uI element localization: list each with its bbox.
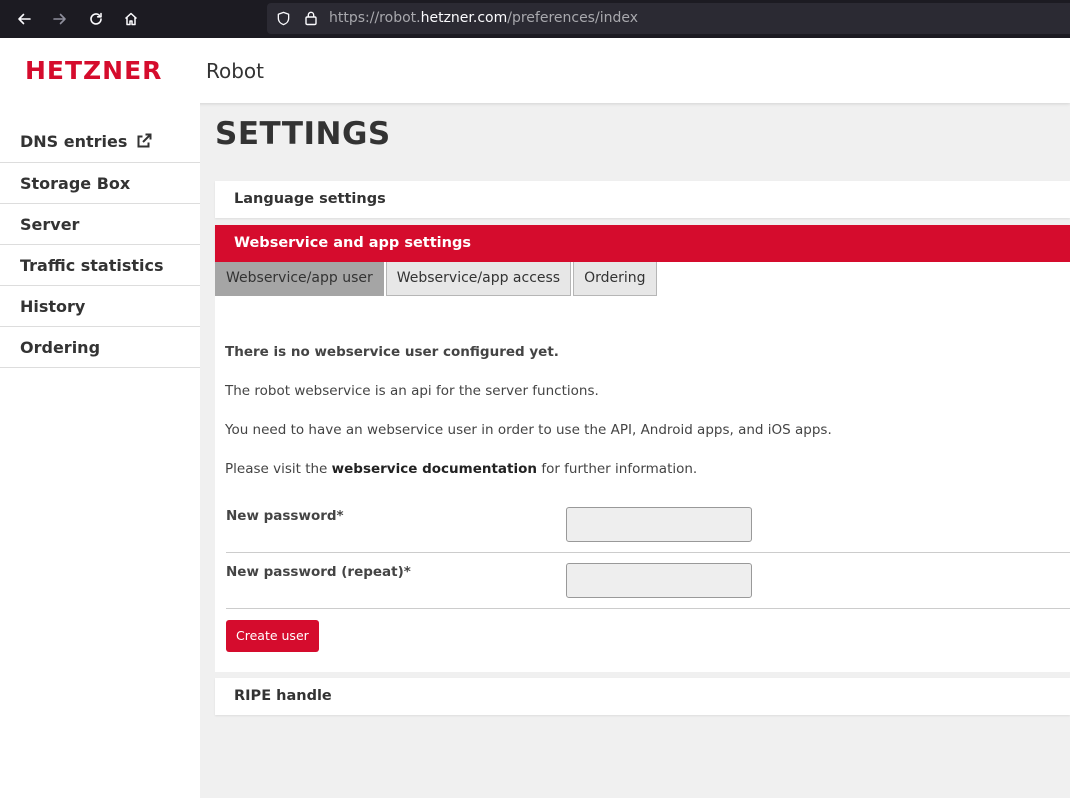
- visit-suffix: for further information.: [541, 461, 698, 477]
- tab-webservice-app-user[interactable]: Webservice/app user: [215, 262, 384, 296]
- sidebar-item-storage-box[interactable]: Storage Box: [0, 163, 200, 204]
- sidebar-item-label: DNS entries: [20, 132, 128, 151]
- sidebar-item-history[interactable]: History: [0, 286, 200, 327]
- tab-ordering[interactable]: Ordering: [573, 262, 657, 296]
- url-domain: hetzner.com: [420, 10, 508, 26]
- visit-docs-text: Please visit the webservice documentatio…: [225, 461, 697, 477]
- reload-button[interactable]: [78, 0, 114, 38]
- sidebar-item-server[interactable]: Server: [0, 204, 200, 245]
- url-prefix: https://robot.: [329, 10, 421, 26]
- create-user-button[interactable]: Create user: [226, 620, 319, 652]
- language-settings-header[interactable]: Language settings: [215, 181, 1070, 218]
- hetzner-logo[interactable]: HETZNER: [25, 58, 162, 83]
- webservice-settings-header[interactable]: Webservice and app settings: [215, 225, 1070, 262]
- sidebar-item-ordering[interactable]: Ordering: [0, 327, 200, 368]
- need-user-text: You need to have an webservice user in o…: [225, 422, 832, 438]
- new-password-input[interactable]: [566, 507, 752, 542]
- address-bar[interactable]: https://robot.hetzner.com/preferences/in…: [267, 3, 1070, 34]
- sidebar-item-dns-entries[interactable]: DNS entries: [0, 103, 200, 163]
- url-path: /preferences/index: [507, 10, 638, 26]
- repeat-password-label: New password (repeat)*: [226, 564, 411, 580]
- lock-icon[interactable]: [304, 10, 318, 26]
- sidebar-item-traffic-statistics[interactable]: Traffic statistics: [0, 245, 200, 286]
- url-text[interactable]: https://robot.hetzner.com/preferences/in…: [329, 10, 638, 26]
- external-link-icon: [137, 133, 152, 148]
- webservice-documentation-link[interactable]: webservice documentation: [332, 461, 537, 477]
- new-password-row: New password*: [226, 497, 1070, 553]
- home-button[interactable]: [113, 0, 149, 38]
- tab-webservice-app-access[interactable]: Webservice/app access: [385, 262, 572, 296]
- repeat-password-row: New password (repeat)*: [226, 553, 1070, 609]
- forward-arrow-icon: [53, 13, 66, 25]
- visit-prefix: Please visit the: [225, 461, 328, 477]
- shield-icon[interactable]: [276, 11, 291, 26]
- ripe-handle-header[interactable]: RIPE handle: [215, 678, 1070, 715]
- api-info-text: The robot webservice is an api for the s…: [225, 383, 599, 399]
- home-icon: [124, 12, 138, 26]
- new-password-label: New password*: [226, 508, 344, 524]
- page-title: SETTINGS: [215, 116, 391, 152]
- back-button[interactable]: [6, 0, 42, 38]
- site-header: HETZNER Robot: [0, 38, 1070, 103]
- browser-toolbar: https://robot.hetzner.com/preferences/in…: [0, 0, 1070, 38]
- webservice-settings-panel: Webservice/app user Webservice/app acces…: [215, 262, 1070, 672]
- tab-bar: Webservice/app user Webservice/app acces…: [215, 262, 659, 296]
- reload-icon: [90, 12, 102, 25]
- sidebar-nav: DNS entries Storage Box Server Traffic s…: [0, 103, 200, 798]
- logo-text: HETZNER: [25, 56, 163, 85]
- repeat-password-input[interactable]: [566, 563, 752, 598]
- forward-button[interactable]: [42, 0, 78, 38]
- back-arrow-icon: [18, 13, 31, 25]
- no-user-message: There is no webservice user configured y…: [225, 344, 559, 360]
- app-name: Robot: [206, 59, 265, 83]
